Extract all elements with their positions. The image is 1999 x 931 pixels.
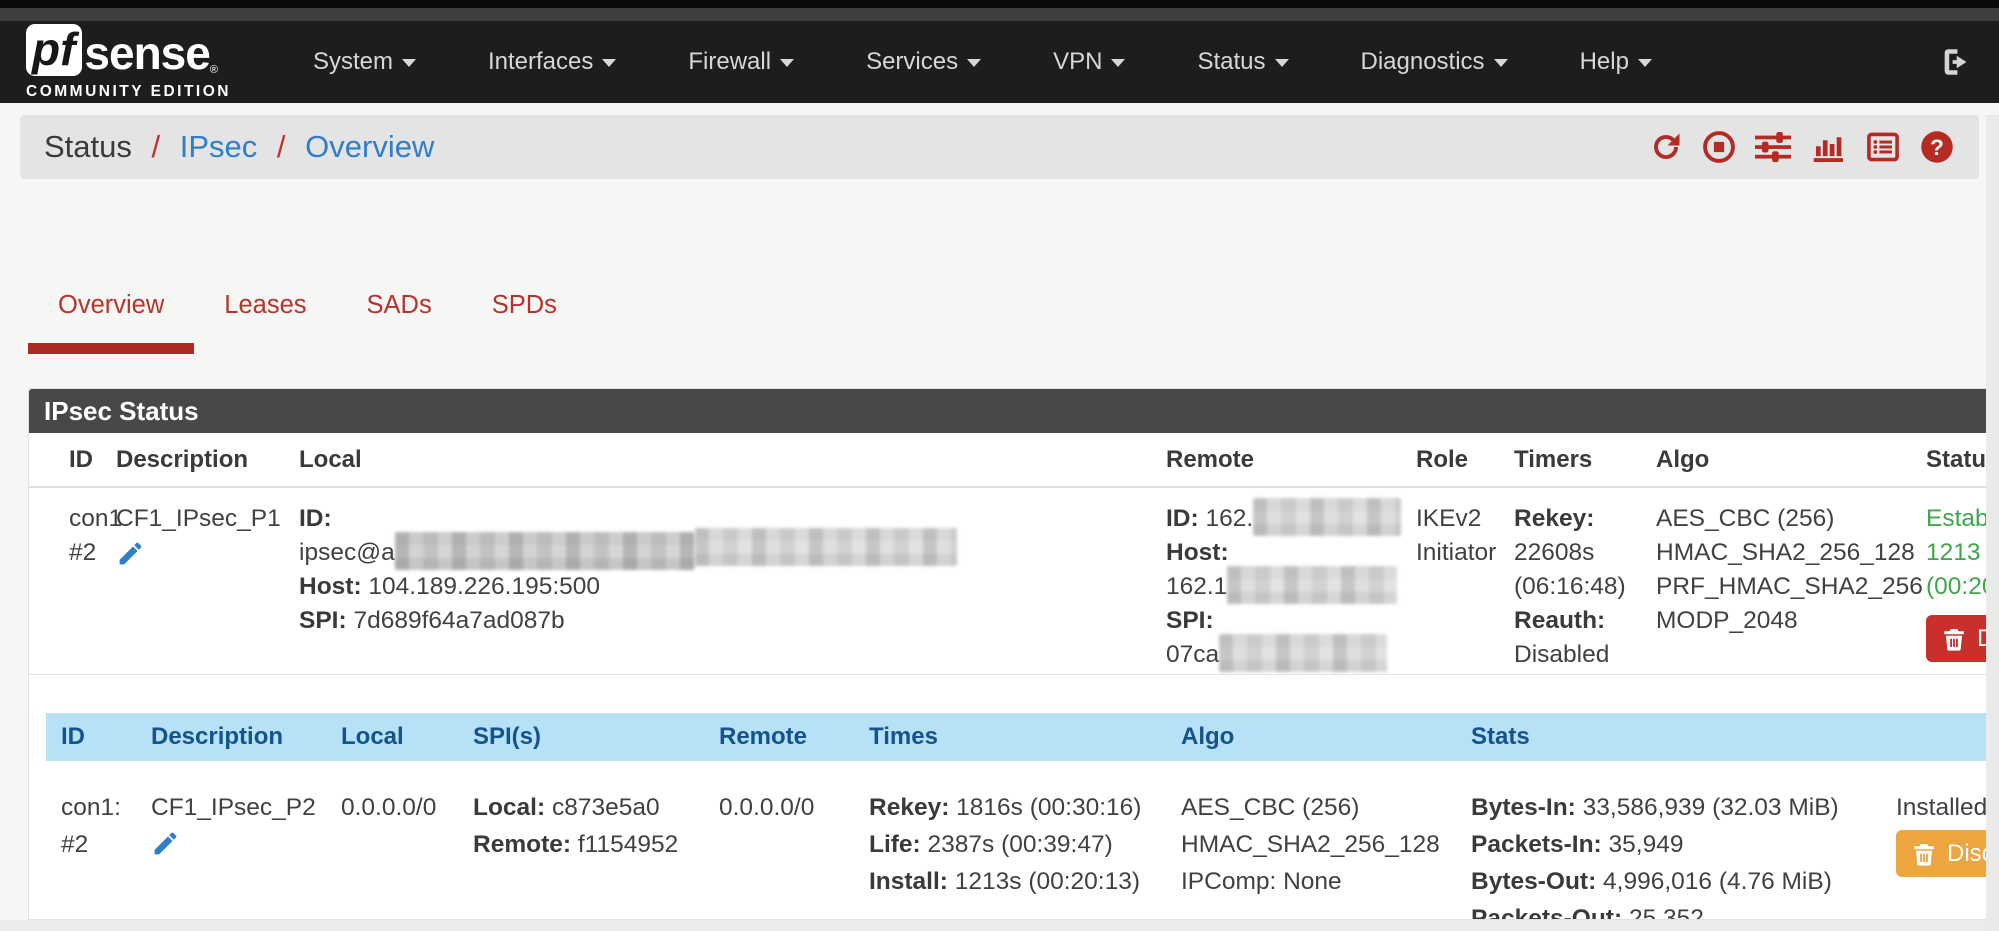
col-header-local: Local [299,446,1166,474]
col-header-description: Description [116,446,299,474]
chevron-down-icon [1638,59,1652,67]
redacted-remote-host [1227,566,1397,604]
cell-timers: Rekey: 22608s (06:16:48) Reauth: Disable… [1514,502,1656,672]
svg-text:?: ? [1930,135,1944,160]
chevron-down-icon [402,59,416,67]
chart-icon[interactable] [1809,129,1847,165]
status-text: Installed [1896,789,1999,826]
child-sa-table: ID Description Local SPI(s) Remote Times… [46,713,1999,920]
child-table-header: ID Description Local SPI(s) Remote Times… [46,713,1999,761]
log-list-icon[interactable] [1864,129,1902,165]
cell-spis: Local: c873e5a0 Remote: f1154952 [473,789,719,920]
cell-id: con1 #2 [41,502,116,672]
nav-item-help[interactable]: Help [1544,26,1688,98]
cell-remote: ID: 162. Host: 162.1 SPI: 07ca [1166,502,1416,672]
breadcrumb-separator: / [266,129,297,164]
nav-item-status[interactable]: Status [1161,26,1324,98]
breadcrumb-link-ipsec[interactable]: IPsec [180,129,258,164]
window-top-strip [0,0,1999,8]
nav-item-system[interactable]: System [277,26,452,98]
nav-item-vpn[interactable]: VPN [1017,26,1161,98]
parent-table-header: ID Description Local Remote Role Timers … [29,433,1999,488]
col-header-algo: Algo [1656,446,1926,474]
logout-icon[interactable] [1939,45,1973,79]
col-header-local: Local [341,723,473,751]
cell-description: CF1_IPsec_P1 [116,502,299,672]
trash-icon [1911,841,1937,867]
col-header-id: ID [61,723,151,751]
tab-overview[interactable]: Overview [28,291,194,357]
cell-id: con1: #2 [61,789,151,920]
trash-icon [1941,626,1967,652]
logo-registered-mark: ® [210,64,218,76]
chevron-down-icon [602,59,616,67]
cell-status: Installed Disco [1856,789,1999,920]
col-header-timers: Timers [1514,446,1656,474]
col-header-role: Role [1416,446,1514,474]
navbar: pf sense ® COMMUNITY EDITION System Inte… [0,21,1999,103]
col-header-times: Times [869,723,1181,751]
chevron-down-icon [1111,59,1125,67]
redacted-remote-spi [1219,634,1387,672]
breadcrumb-link-overview[interactable]: Overview [305,129,434,164]
edit-pencil-icon[interactable] [151,829,180,869]
breadcrumb-separator: / [141,129,172,164]
tab-leases[interactable]: Leases [194,291,336,357]
table-row: con1: #2 CF1_IPsec_P2 0.0.0.0/0 Local: c… [46,761,1999,920]
cell-role: IKEv2 Initiator [1416,502,1514,672]
col-header-id: ID [41,446,116,474]
col-header-spis: SPI(s) [473,723,719,751]
redacted-local-id [695,528,957,566]
cell-algo: AES_CBC (256) HMAC_SHA2_256_128 IPComp: … [1181,789,1471,920]
stop-icon[interactable] [1701,129,1737,165]
redacted-remote-id [1253,498,1401,536]
col-header-description: Description [151,723,341,751]
refresh-icon[interactable] [1648,129,1684,165]
chevron-down-icon [967,59,981,67]
scrollbar[interactable] [1986,115,1999,931]
cell-remote: 0.0.0.0/0 [719,789,869,920]
cell-algo: AES_CBC (256) HMAC_SHA2_256_128 PRF_HMAC… [1656,502,1926,672]
col-header-algo: Algo [1181,723,1471,751]
nav-menu: System Interfaces Firewall Services VPN … [277,26,1688,98]
chevron-down-icon [1275,59,1289,67]
cell-description: CF1_IPsec_P2 [151,789,341,920]
browser-chrome-strip [0,8,1999,21]
tab-bar: Overview Leases SADs SPDs [28,291,1999,357]
redacted-local-id [395,532,695,570]
breadcrumb: Status / IPsec / Overview [44,129,434,165]
cell-local: ID: ipsec@a Host: 104.189.226.195:500 SP… [299,502,1166,672]
col-header-stats: Stats [1471,723,1856,751]
table-row: con1 #2 CF1_IPsec_P1 ID: ipsec@a Host: 1… [29,488,1999,675]
disconnect-child-button[interactable]: Disco [1896,830,1999,877]
logo-subtitle: COMMUNITY EDITION [26,83,231,101]
panel-title: IPsec Status [29,389,1999,433]
breadcrumb-section: Status [44,129,132,164]
nav-item-diagnostics[interactable]: Diagnostics [1325,26,1544,98]
sliders-icon[interactable] [1754,129,1792,165]
page-bottom-strip [0,920,1999,931]
col-header-remote: Remote [1166,446,1416,474]
breadcrumb-panel: Status / IPsec / Overview ? [20,115,1979,179]
help-icon[interactable]: ? [1919,129,1955,165]
col-header-remote: Remote [719,723,869,751]
pfsense-logo[interactable]: pf sense ® COMMUNITY EDITION [26,24,231,101]
logo-pf: pf [26,24,82,76]
ipsec-status-panel: IPsec Status ID Description Local Remote… [28,388,1999,920]
chevron-down-icon [780,59,794,67]
cell-stats: Bytes-In: 33,586,939 (32.03 MiB) Packets… [1471,789,1856,920]
tab-sads[interactable]: SADs [337,291,462,357]
nav-item-services[interactable]: Services [830,26,1017,98]
logo-sense: sense [84,30,209,76]
chevron-down-icon [1494,59,1508,67]
edit-pencil-icon[interactable] [116,539,145,578]
cell-local: 0.0.0.0/0 [341,789,473,920]
tab-spds[interactable]: SPDs [462,291,587,357]
page-toolbar: ? [1648,129,1955,165]
nav-item-firewall[interactable]: Firewall [652,26,830,98]
nav-item-interfaces[interactable]: Interfaces [452,26,652,98]
cell-times: Rekey: 1816s (00:30:16) Life: 2387s (00:… [869,789,1181,920]
